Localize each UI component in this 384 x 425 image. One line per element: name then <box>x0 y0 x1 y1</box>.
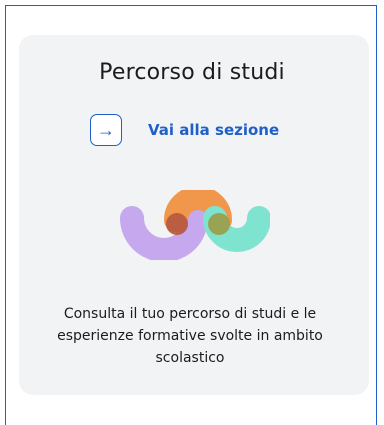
card-description: Consulta il tuo percorso di studi e le e… <box>57 306 323 366</box>
vai-alla-sezione-link[interactable]: → Vai alla sezione <box>90 114 279 146</box>
percorso-illustration <box>120 190 270 260</box>
overlap-right-shape <box>208 213 230 235</box>
overlap-left-shape <box>166 213 188 235</box>
link-label[interactable]: Vai alla sezione <box>148 121 279 139</box>
arrow-right-icon[interactable]: → <box>90 114 122 146</box>
card-title: Percorso di studi <box>99 60 285 85</box>
